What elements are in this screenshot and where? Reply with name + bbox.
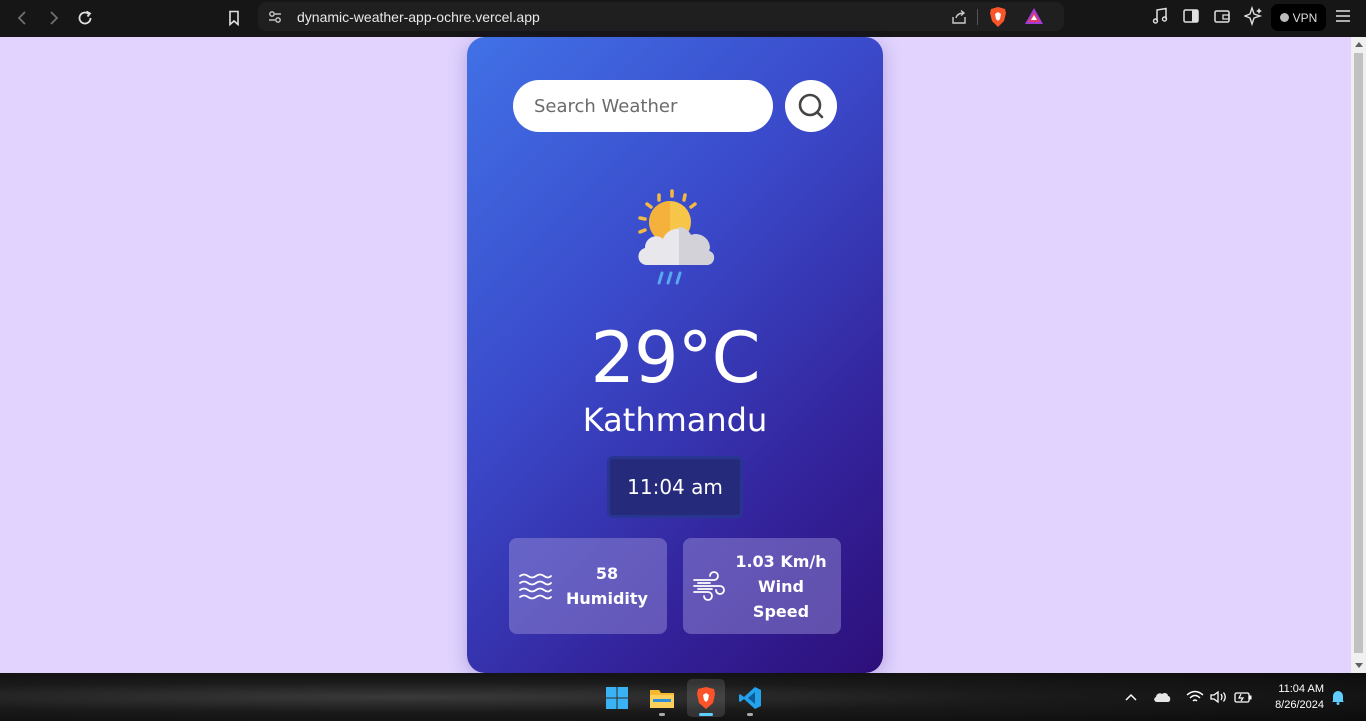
humidity-label: Humidity [566,589,648,608]
taskbar-brave-browser[interactable] [687,679,725,717]
vpn-label: VPN [1292,10,1318,25]
battery-charging-icon [1234,692,1252,703]
speaker-icon [1210,690,1226,704]
site-settings-icon[interactable] [267,9,283,25]
wind-icon [691,568,727,604]
search-input[interactable] [513,80,773,132]
brave-shields-icon[interactable] [988,6,1008,28]
scroll-down-arrow-icon[interactable] [1355,663,1363,668]
clock-date: 8/26/2024 [1275,699,1324,711]
local-time: 11:04 am [607,456,743,518]
brave-rewards-icon[interactable] [1024,7,1044,25]
taskbar-vscode[interactable] [731,679,769,717]
chevron-up-icon [1125,693,1137,701]
wind-card: 1.03 Km/h Wind Speed [683,538,841,634]
wind-speed-value: 1.03 Km/h [735,551,827,571]
running-indicator [747,713,753,716]
brave-browser-icon [697,687,715,709]
weather-card: 29°C Kathmandu 11:04 am 58 Humidity [467,37,883,673]
windows-start-icon [606,687,628,709]
running-indicator [659,713,665,716]
humidity-value: 58 [595,564,619,583]
active-indicator [699,713,713,716]
notifications-button[interactable] [1329,673,1347,721]
city-name: Kathmandu [582,401,768,439]
wind-label-line2: Speed [752,601,810,621]
scroll-thumb[interactable] [1354,53,1363,653]
sidebar-icon[interactable] [1182,7,1200,25]
bookmark-icon [229,10,239,27]
search-icon [798,93,824,119]
leo-ai-icon[interactable] [1244,6,1264,26]
media-icon[interactable] [1151,7,1169,25]
scroll-up-arrow-icon[interactable] [1355,42,1363,47]
start-button[interactable] [598,679,636,717]
humidity-waves-icon [517,568,553,604]
network-tray[interactable] [1184,673,1206,721]
volume-tray[interactable] [1208,673,1230,721]
url-text: dynamic-weather-app-ochre.vercel.app [297,8,540,25]
sun-cloud-rain-icon [638,189,715,285]
onedrive-tray[interactable] [1151,673,1173,721]
divider [977,9,978,25]
browser-toolbar: dynamic-weather-app-ochre.vercel.app VPN [0,0,1366,37]
chevron-right-icon [50,11,59,25]
temperature: 29°C [590,317,761,399]
wifi-icon [1186,690,1204,702]
reload-button[interactable] [71,4,99,32]
bookmark-button[interactable] [220,4,248,32]
onedrive-cloud-icon [1154,692,1171,702]
system-clock[interactable]: 11:04 AM 8/26/2024 [1256,681,1324,713]
wallet-icon[interactable] [1213,7,1231,25]
taskbar-file-explorer[interactable] [643,679,681,717]
back-button[interactable] [9,4,37,32]
reload-icon [78,10,92,25]
humidity-card: 58 Humidity [509,538,667,634]
address-bar[interactable]: dynamic-weather-app-ochre.vercel.app [258,2,1064,31]
windows-taskbar: 11:04 AM 8/26/2024 [0,673,1366,721]
forward-button[interactable] [39,4,67,32]
file-explorer-icon [650,690,674,708]
show-hidden-icons-button[interactable] [1121,673,1141,721]
clock-time: 11:04 AM [1278,683,1324,695]
vpn-status-dot-icon [1279,13,1289,22]
battery-tray[interactable] [1232,673,1254,721]
vpn-button[interactable]: VPN [1271,4,1326,31]
share-icon[interactable] [950,8,968,26]
page-scrollbar[interactable] [1351,37,1366,673]
chevron-left-icon [17,11,26,25]
menu-icon[interactable] [1334,7,1352,25]
vscode-icon [739,687,761,709]
wind-label-line1: Wind [758,576,804,596]
search-button[interactable] [785,80,837,132]
bell-icon [1332,691,1344,705]
